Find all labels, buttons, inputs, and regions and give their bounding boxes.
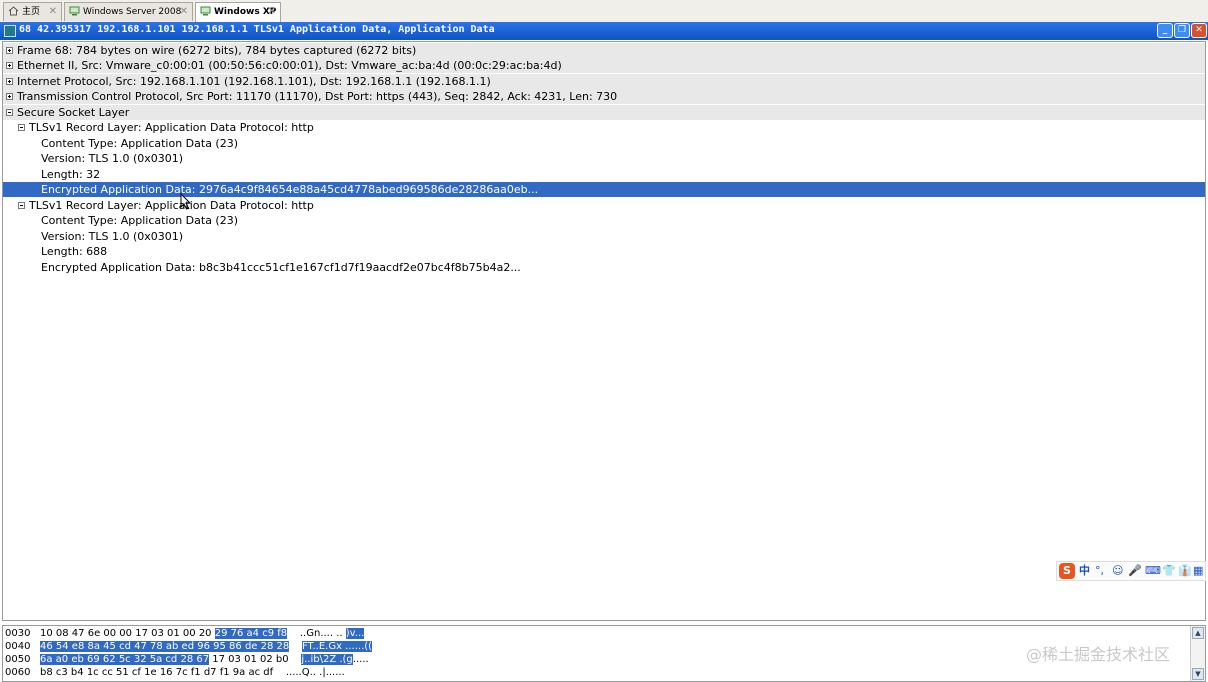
expand-plus-icon[interactable] — [6, 93, 13, 100]
hex-ascii-selected: j..ib\2Z .(g — [301, 654, 353, 665]
vm-icon — [200, 5, 211, 16]
hex-offset: 0040 — [5, 641, 31, 652]
hex-offset: 0050 — [5, 654, 31, 665]
tree-row-label: Transmission Control Protocol, Src Port:… — [17, 90, 618, 103]
expand-plus-icon[interactable] — [6, 47, 13, 54]
tree-row-label: Version: TLS 1.0 (0x0301) — [41, 152, 184, 165]
tree-row-length-1[interactable]: Length: 32 — [3, 167, 1205, 182]
tree-row-tcp[interactable]: Transmission Control Protocol, Src Port:… — [3, 89, 1205, 104]
tree-row-length-2[interactable]: Length: 688 — [3, 244, 1205, 259]
minimize-button[interactable]: _ — [1157, 23, 1173, 38]
tree-row-content-type-1[interactable]: Content Type: Application Data (23) — [3, 136, 1205, 151]
restore-button[interactable]: ❐ — [1174, 23, 1190, 38]
tree-row-label: TLSv1 Record Layer: Application Data Pro… — [29, 199, 314, 212]
skin-icon[interactable]: 👕 — [1162, 564, 1176, 578]
tree-row-version-2[interactable]: Version: TLS 1.0 (0x0301) — [3, 229, 1205, 244]
sogou-logo-icon[interactable]: S — [1059, 563, 1075, 579]
tab-windows-server-2008[interactable]: Windows Server 2008 ✕ — [64, 2, 193, 21]
browser-tab-bar: 主页 ✕ Windows Server 2008 ✕ Windows XP ✕ — [0, 0, 1208, 23]
hex-row[interactable]: 0040 46 54 e8 8a 45 cd 47 78 ab ed 96 95… — [5, 640, 373, 653]
shirt-icon[interactable]: 👔 — [1178, 564, 1192, 578]
tree-row-label: Internet Protocol, Src: 192.168.1.101 (1… — [17, 75, 491, 88]
tree-row-frame[interactable]: Frame 68: 784 bytes on wire (6272 bits),… — [3, 43, 1205, 58]
close-button[interactable]: ✕ — [1191, 23, 1207, 38]
packet-details-tree[interactable]: Frame 68: 784 bytes on wire (6272 bits),… — [2, 41, 1206, 621]
tab-home-label: 主页 — [22, 7, 41, 17]
ime-chinese-mode[interactable]: 中 — [1079, 564, 1090, 578]
hex-bytes: b8 c3 b4 1c cc 51 cf 1e 16 7c f1 d7 f1 9… — [40, 667, 274, 678]
hex-row[interactable]: 0050 6a a0 eb 69 62 5c 32 5a cd 28 67 17… — [5, 653, 369, 666]
tab-home[interactable]: 主页 ✕ — [3, 2, 62, 21]
tree-row-label: Content Type: Application Data (23) — [41, 137, 239, 150]
emoji-icon[interactable]: ☺ — [1112, 564, 1123, 578]
hex-ascii: .....Q.. .|...... — [285, 667, 345, 678]
tree-row-label: Ethernet II, Src: Vmware_c0:00:01 (00:50… — [17, 59, 562, 72]
hex-bytes: 10 08 47 6e 00 00 17 03 01 00 20 — [40, 628, 212, 639]
wireshark-app-icon — [4, 25, 16, 37]
hex-ascii-selected: )v... — [345, 628, 365, 639]
tab-windows-xp-close-icon[interactable]: ✕ — [268, 3, 276, 21]
expand-plus-icon[interactable] — [6, 78, 13, 85]
collapse-minus-icon[interactable] — [18, 202, 25, 209]
scroll-up-icon[interactable]: ▲ — [1192, 627, 1204, 639]
tree-row-version-1[interactable]: Version: TLS 1.0 (0x0301) — [3, 151, 1205, 166]
hex-bytes-selected: 29 76 a4 c9 f8 — [214, 628, 288, 639]
hex-ascii-selected: FT..E.Gx ......(( — [301, 641, 373, 652]
collapse-minus-icon[interactable] — [18, 124, 25, 131]
tree-row-encrypted-data-1[interactable]: Encrypted Application Data: 2976a4c9f846… — [3, 182, 1205, 210]
keyboard-icon[interactable]: ⌨ — [1145, 564, 1161, 578]
hex-row[interactable]: 0060 b8 c3 b4 1c cc 51 cf 1e 16 7c f1 d7… — [5, 666, 345, 679]
tree-row-label: Length: 688 — [41, 245, 108, 258]
tree-row-label: Version: TLS 1.0 (0x0301) — [41, 230, 184, 243]
tab-windows-xp[interactable]: Windows XP ✕ — [195, 2, 281, 22]
hex-bytes: 17 03 01 02 b0 — [212, 654, 289, 665]
tree-row-label: TLSv1 Record Layer: Application Data Pro… — [29, 121, 314, 134]
tree-row-label: Encrypted Application Data: b8c3b41ccc51… — [41, 261, 521, 274]
tree-row-content-type-2[interactable]: Content Type: Application Data (23) — [3, 213, 1205, 228]
hex-offset: 0030 — [5, 628, 31, 639]
tree-row-label: Length: 32 — [41, 168, 101, 181]
tab-home-close-icon[interactable]: ✕ — [49, 3, 57, 21]
vm-icon — [69, 5, 80, 16]
tab-windows-server-2008-label: Windows Server 2008 — [83, 7, 182, 17]
scroll-down-icon[interactable]: ▼ — [1192, 668, 1204, 680]
tree-row-ethernet[interactable]: Ethernet II, Src: Vmware_c0:00:01 (00:50… — [3, 58, 1205, 73]
microphone-icon[interactable]: 🎤 — [1128, 564, 1142, 578]
hex-row[interactable]: 0030 10 08 47 6e 00 00 17 03 01 00 20 29… — [5, 627, 365, 640]
hex-ascii: ..... — [352, 654, 369, 665]
tree-row-ip[interactable]: Internet Protocol, Src: 192.168.1.101 (1… — [3, 74, 1205, 89]
tree-row-label: Encrypted Application Data: 2976a4c9f846… — [41, 183, 539, 196]
punctuation-icon[interactable]: °, — [1095, 564, 1104, 578]
hex-bytes-selected: 46 54 e8 8a 45 cd 47 78 ab ed 96 95 86 d… — [40, 641, 290, 652]
window-title-bar[interactable]: 68 42.395317 192.168.1.101 192.168.1.1 T… — [0, 22, 1208, 40]
hex-ascii: ..Gn.... .. — [299, 628, 346, 639]
tree-row-ssl[interactable]: Secure Socket Layer — [3, 105, 1205, 120]
hex-bytes-selected: 6a a0 eb 69 62 5c 32 5a cd 28 67 — [40, 654, 210, 665]
tree-row-label: Frame 68: 784 bytes on wire (6272 bits),… — [17, 44, 417, 57]
tab-windows-server-2008-close-icon[interactable]: ✕ — [180, 3, 188, 21]
tree-row-label: Secure Socket Layer — [17, 106, 130, 119]
tree-row-encrypted-data-2[interactable]: Encrypted Application Data: b8c3b41ccc51… — [3, 260, 1205, 275]
hex-offset: 0060 — [5, 667, 31, 678]
tree-row-tls-record-1[interactable]: TLSv1 Record Layer: Application Data Pro… — [3, 120, 1205, 135]
hex-scrollbar[interactable]: ▲ ▼ — [1190, 626, 1205, 681]
tree-row-tls-record-2[interactable]: TLSv1 Record Layer: Application Data Pro… — [3, 198, 1205, 213]
watermark: @稀土掘金技术社区 — [1026, 645, 1171, 664]
collapse-minus-icon[interactable] — [6, 109, 13, 116]
expand-plus-icon[interactable] — [6, 62, 13, 69]
window-title: 68 42.395317 192.168.1.101 192.168.1.1 T… — [19, 24, 495, 35]
tree-row-label: Content Type: Application Data (23) — [41, 214, 239, 227]
ime-toolbar[interactable]: S 中 °, ☺ 🎤 ⌨ 👕 👔 ▦ — [1056, 561, 1206, 581]
toolbox-icon[interactable]: ▦ — [1193, 564, 1203, 578]
home-icon — [8, 5, 19, 16]
